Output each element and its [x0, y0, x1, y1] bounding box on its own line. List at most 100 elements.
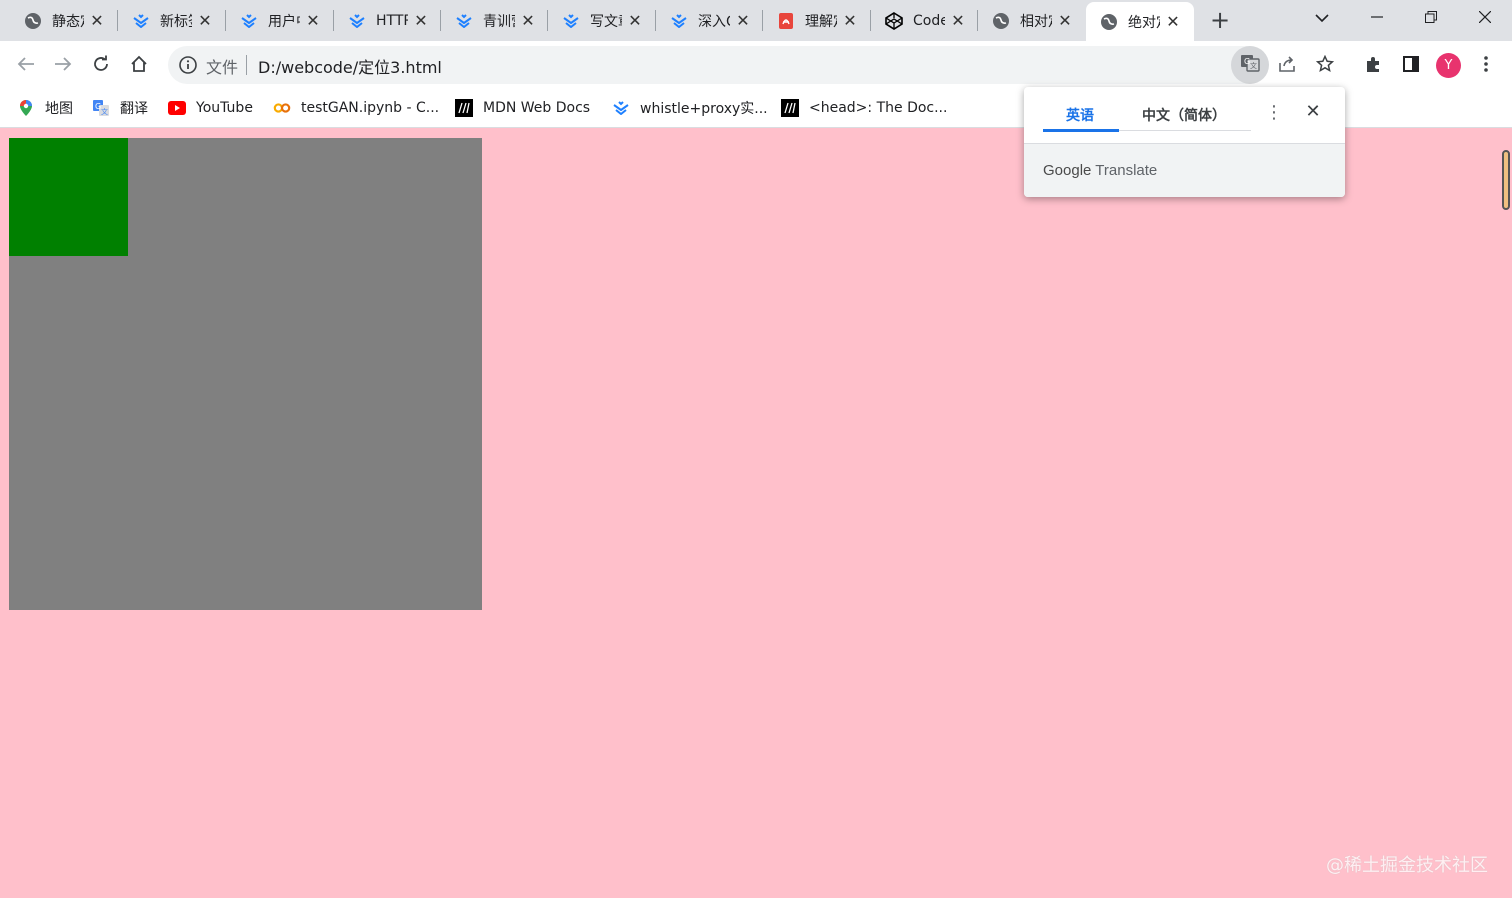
bookmark-item[interactable]: G文 翻译 [92, 96, 148, 120]
tab-close-icon[interactable]: ✕ [949, 11, 967, 30]
tab-title: 青训营 [483, 13, 515, 30]
tab-close-icon[interactable]: ✕ [626, 11, 644, 30]
juejin-icon [612, 99, 630, 117]
tab-close-icon[interactable]: ✕ [196, 11, 214, 30]
back-button[interactable] [11, 49, 41, 79]
browser-tab[interactable]: CodePen ✕ [871, 0, 978, 41]
bookmark-label: 翻译 [120, 101, 148, 117]
absolute-positioned-box [9, 138, 128, 256]
tab-close-icon[interactable]: ✕ [1164, 12, 1182, 31]
juejin-icon [455, 12, 473, 30]
scheme-label: 文件 [206, 58, 239, 77]
browser-tab[interactable]: 青训营 ✕ [441, 0, 548, 41]
tab-baseline [1119, 130, 1251, 131]
close-icon[interactable]: ✕ [1302, 101, 1324, 123]
side-panel-icon[interactable] [1396, 49, 1426, 79]
codepen-icon [885, 11, 903, 30]
tab-strip: 静态定位 ✕ 新标签页 ✕ 用户中心 ✕ HTTP ✕ 青训营 ✕ 写文章 ✕ … [0, 0, 1512, 41]
translate-footer: Google Translate [1024, 143, 1345, 197]
bookmark-item[interactable]: <head>: The Doc... [781, 96, 947, 120]
bookmark-label: YouTube [196, 100, 253, 116]
browser-tab-active[interactable]: 绝对定位 ✕ [1086, 2, 1194, 41]
translate-options-icon[interactable]: ⋮ [1265, 103, 1283, 123]
colab-icon [273, 99, 291, 117]
bookmark-item[interactable]: MDN Web Docs [455, 96, 590, 120]
juejin-icon [132, 12, 150, 30]
translate-icon: G文 [92, 99, 110, 117]
brand-translate: Translate [1095, 162, 1158, 179]
close-window-icon[interactable] [1468, 4, 1502, 32]
target-language-tab[interactable]: 中文（简体） [1142, 105, 1226, 125]
google-translate-brand: Google Translate [1043, 162, 1157, 179]
watermark-text: @稀土掘金技术社区 [1326, 855, 1488, 876]
translate-popup: 英语 中文（简体） ⋮ ✕ Google Translate [1024, 87, 1345, 197]
tab-title: 理解定位 [805, 13, 837, 30]
bookmark-label: <head>: The Doc... [809, 100, 948, 116]
juejin-icon [562, 12, 580, 30]
bookmark-item[interactable]: YouTube [168, 96, 253, 120]
forward-button[interactable] [48, 49, 78, 79]
globe-icon [1100, 13, 1118, 31]
source-language-tab[interactable]: 英语 [1066, 105, 1094, 125]
scrollbar-thumb[interactable] [1502, 150, 1510, 210]
browser-tab[interactable]: 相对定位 ✕ [978, 0, 1086, 41]
mdn-icon [781, 99, 799, 117]
tab-close-icon[interactable]: ✕ [88, 11, 106, 30]
tab-close-icon[interactable]: ✕ [412, 11, 430, 30]
bookmark-label: whistle+proxy实... [640, 101, 768, 117]
svg-text:文: 文 [101, 107, 108, 116]
translate-page-button[interactable]: G文 [1231, 46, 1269, 84]
more-menu-icon[interactable] [1471, 49, 1501, 79]
translate-icon: G文 [1240, 53, 1260, 77]
bookmark-label: 地图 [45, 101, 73, 117]
tab-close-icon[interactable]: ✕ [519, 11, 537, 30]
tab-search-icon[interactable] [1305, 4, 1339, 32]
new-tab-button[interactable]: + [1206, 6, 1234, 34]
home-button[interactable] [124, 49, 154, 79]
browser-tab[interactable]: 写文章 ✕ [548, 0, 656, 41]
tab-close-icon[interactable]: ✕ [304, 11, 322, 30]
bookmark-item[interactable]: whistle+proxy实... [612, 96, 768, 120]
globe-icon [992, 12, 1010, 30]
tab-title: 用户中心 [268, 13, 300, 30]
info-icon[interactable] [178, 55, 198, 75]
tab-title: 静态定位 [52, 13, 84, 30]
browser-tab[interactable]: 深入CSS ✕ [656, 0, 763, 41]
bookmark-item[interactable]: 地图 [17, 96, 73, 120]
bookmark-label: MDN Web Docs [483, 100, 591, 116]
tab-title: 相对定位 [1020, 13, 1052, 30]
brand-google: Google [1043, 162, 1092, 179]
minimize-icon[interactable] [1360, 4, 1394, 32]
tab-close-icon[interactable]: ✕ [841, 11, 859, 30]
restore-icon[interactable] [1414, 4, 1448, 32]
browser-tab[interactable]: 用户中心 ✕ [226, 0, 334, 41]
maps-pin-icon [17, 99, 35, 117]
url-text[interactable]: D:/webcode/定位3.html [258, 54, 442, 78]
mdn-icon [455, 99, 473, 117]
share-icon[interactable] [1272, 49, 1302, 79]
juejin-icon [240, 12, 258, 30]
bookmark-item[interactable]: testGAN.ipynb - C... [273, 96, 439, 120]
active-tab-indicator [1043, 129, 1119, 132]
browser-tab[interactable]: 理解定位 ✕ [763, 0, 871, 41]
browser-tab[interactable]: 新标签页 ✕ [118, 0, 226, 41]
reload-button[interactable] [86, 49, 116, 79]
browser-tab[interactable]: HTTP ✕ [334, 0, 441, 41]
youtube-icon [168, 99, 186, 117]
address-bar[interactable]: 文件 D:/webcode/定位3.html [168, 46, 1268, 84]
tab-title: 新标签页 [160, 13, 192, 30]
tab-close-icon[interactable]: ✕ [734, 11, 752, 30]
tab-title: CodePen [913, 12, 945, 29]
pdf-icon [777, 12, 795, 30]
browser-tab[interactable]: 静态定位 ✕ [0, 0, 118, 41]
tab-title: 深入CSS [698, 13, 730, 30]
globe-icon [24, 12, 42, 30]
tab-close-icon[interactable]: ✕ [1056, 11, 1074, 30]
svg-text:文: 文 [1250, 61, 1257, 70]
bookmark-star-icon[interactable] [1310, 49, 1340, 79]
juejin-icon [348, 12, 366, 30]
tab-title: HTTP [376, 12, 408, 29]
profile-avatar[interactable]: Y [1436, 53, 1461, 78]
extensions-icon[interactable] [1358, 49, 1388, 79]
relative-container-box [9, 138, 482, 610]
